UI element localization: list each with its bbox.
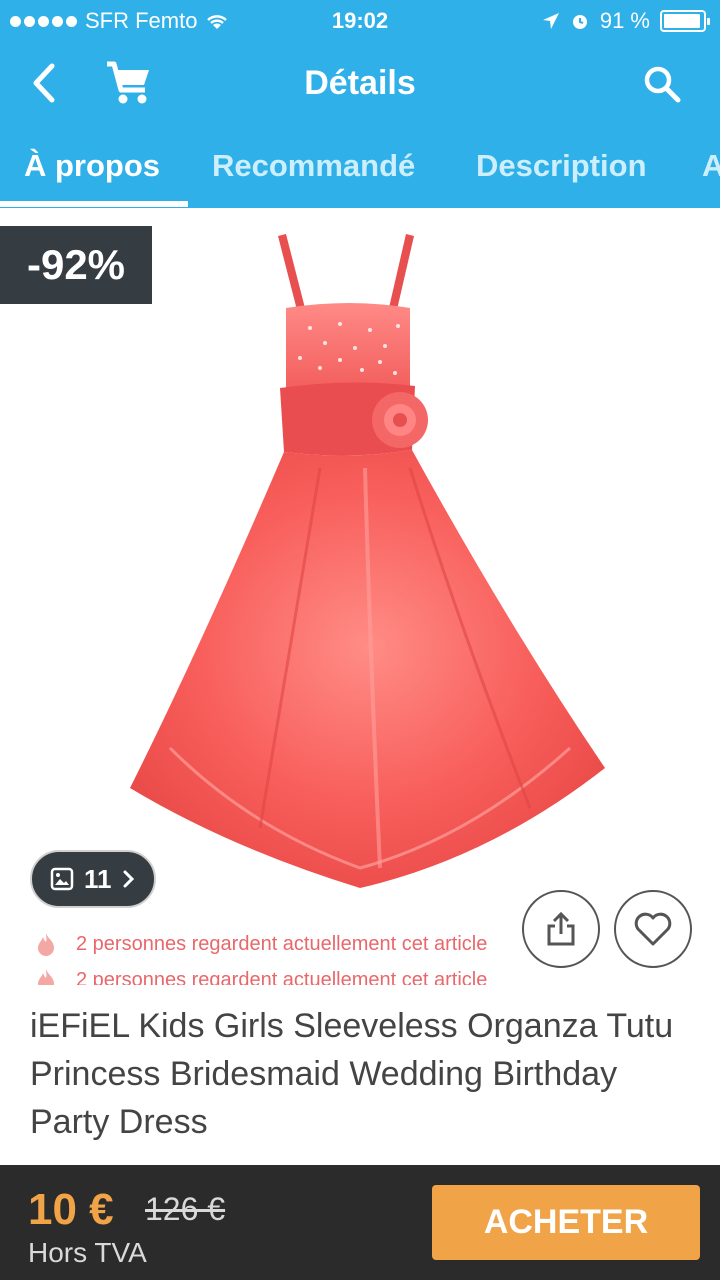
watchers-line: 2 personnes regardent actuellement cet a… (34, 967, 487, 985)
tab-description[interactable]: Description (476, 148, 647, 184)
chevron-right-icon (123, 870, 134, 888)
status-bar: SFR Femto 19:02 91 % (0, 0, 720, 40)
gallery-count-button[interactable]: 11 (30, 850, 156, 908)
image-count: 11 (84, 863, 112, 894)
product-gallery[interactable]: -92% 11 (0, 208, 720, 928)
active-tab-indicator (0, 201, 188, 207)
tab-a-propos[interactable]: À propos (24, 148, 160, 184)
current-price: 10 € (28, 1185, 114, 1234)
image-icon (50, 867, 74, 891)
heart-icon (634, 912, 672, 946)
tab-recommande[interactable]: Recommandé (212, 148, 415, 184)
purchase-bar: 10 € 126 € Hors TVA ACHETER (0, 1165, 720, 1280)
buy-button[interactable]: ACHETER (432, 1185, 700, 1260)
fire-icon (38, 969, 54, 985)
watchers-ticker: 2 personnes regardent actuellement cet a… (34, 925, 534, 985)
product-title: iEFiEL Kids Girls Sleeveless Organza Tut… (30, 1007, 674, 1141)
tab-more[interactable]: A (702, 148, 720, 184)
alarm-icon (572, 15, 587, 29)
original-price: 126 € (145, 1191, 226, 1227)
location-icon (542, 13, 559, 29)
battery-percent: 91 % (599, 8, 650, 33)
header: SFR Femto 19:02 91 % Détails À propos Re… (0, 0, 720, 208)
navbar: Détails (0, 40, 720, 128)
battery-icon (660, 10, 710, 32)
fire-icon (38, 933, 54, 956)
search-icon (644, 66, 681, 103)
watchers-line: 2 personnes regardent actuellement cet a… (34, 931, 487, 957)
tab-bar: À propos Recommandé Description A (0, 128, 720, 208)
share-icon (547, 911, 575, 946)
product-image (130, 234, 605, 888)
tax-note: Hors TVA (28, 1237, 147, 1268)
page-title: Détails (304, 64, 416, 102)
search-button[interactable] (640, 62, 684, 106)
favorite-button[interactable] (614, 890, 692, 968)
